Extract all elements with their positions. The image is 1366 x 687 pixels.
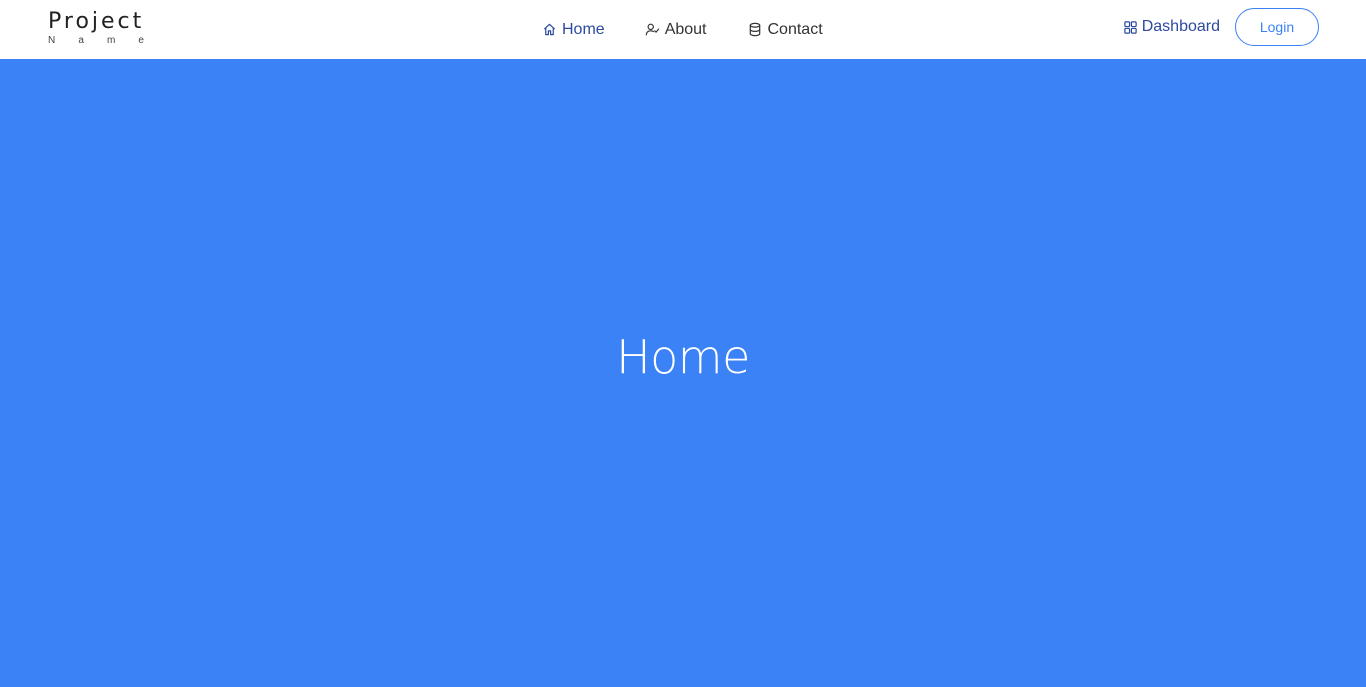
main-nav: Home About Contact bbox=[542, 0, 823, 59]
home-icon bbox=[542, 22, 557, 37]
top-navbar: Project N a m e Home About Contact Dashb… bbox=[0, 0, 1366, 59]
nav-item-contact[interactable]: Contact bbox=[748, 21, 823, 39]
database-icon bbox=[748, 22, 763, 37]
nav-item-label: Contact bbox=[767, 20, 823, 38]
dashboard-label: Dashboard bbox=[1141, 18, 1220, 35]
nav-item-label: About bbox=[664, 20, 707, 38]
user-check-icon bbox=[645, 22, 660, 37]
brand-subtitle-letter: e bbox=[138, 35, 144, 46]
brand-subtitle-letter: N bbox=[48, 35, 56, 46]
hero-title: Home bbox=[616, 329, 750, 384]
nav-item-label: Home bbox=[562, 20, 605, 38]
brand-subtitle: N a m e bbox=[48, 36, 144, 46]
login-button[interactable]: Login bbox=[1235, 8, 1319, 46]
brand-subtitle-letter: a bbox=[78, 35, 84, 46]
brand-subtitle-letter: m bbox=[106, 35, 116, 46]
nav-item-about[interactable]: About bbox=[645, 21, 707, 39]
dashboard-link[interactable]: Dashboard bbox=[1123, 18, 1220, 36]
brand-logo[interactable]: Project N a m e bbox=[48, 9, 148, 51]
nav-actions: Dashboard Login bbox=[1123, 8, 1319, 46]
nav-item-home[interactable]: Home bbox=[542, 21, 605, 39]
hero-section: Home bbox=[0, 59, 1366, 687]
grid-icon bbox=[1123, 20, 1138, 35]
brand-title: Project bbox=[48, 9, 145, 34]
